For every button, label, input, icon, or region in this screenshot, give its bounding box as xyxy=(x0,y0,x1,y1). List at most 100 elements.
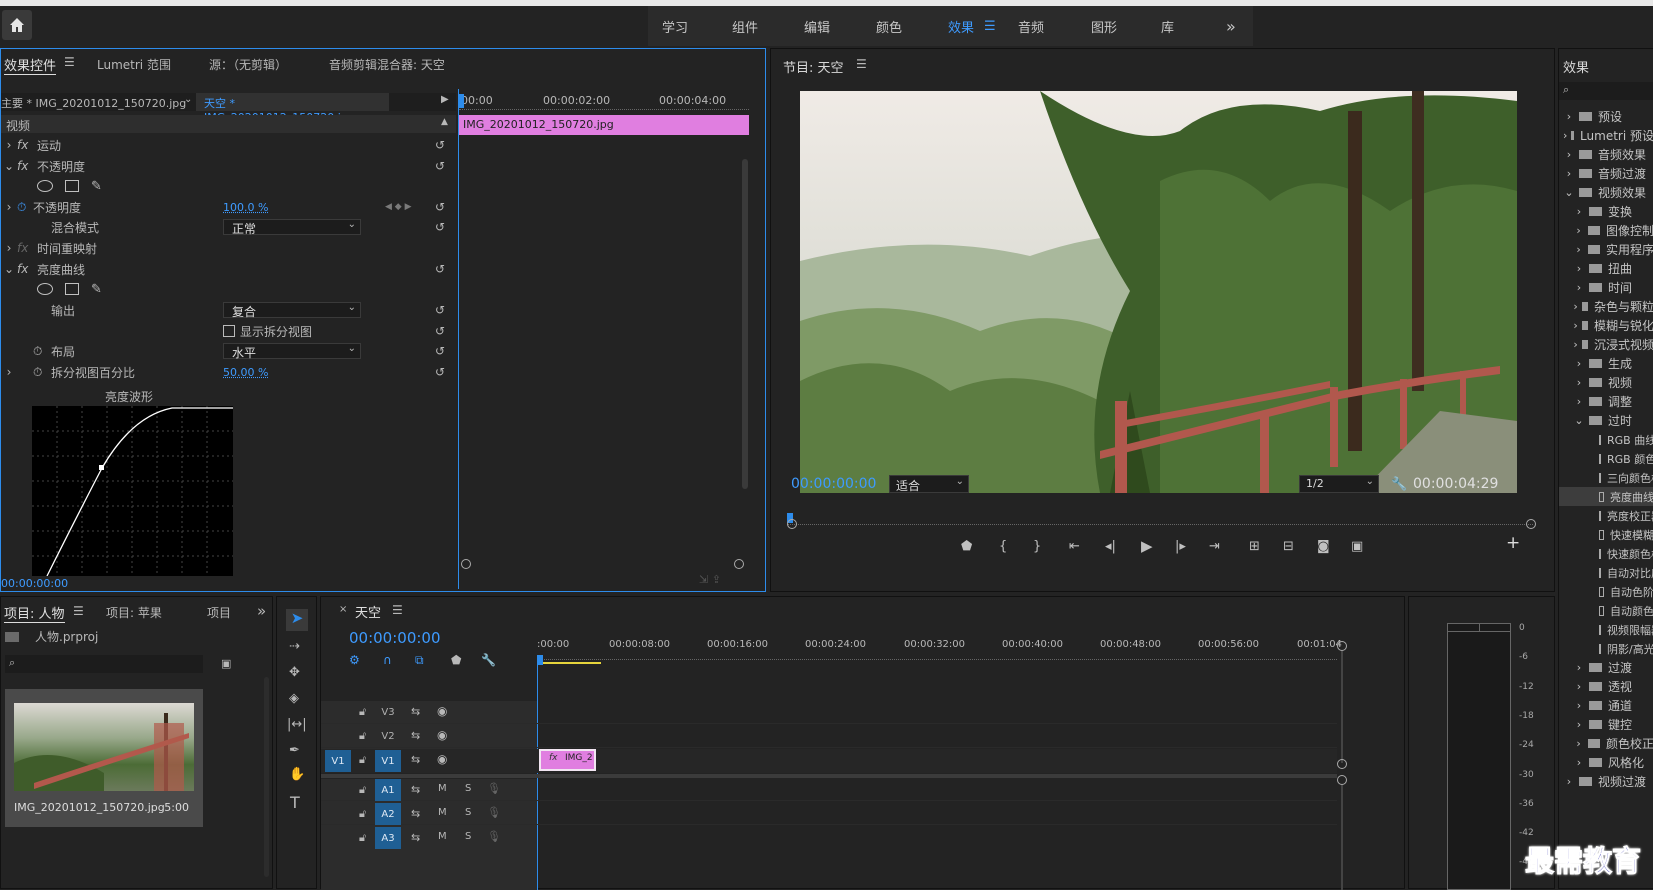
effects-item[interactable]: 三向颜色校正器 xyxy=(1559,468,1653,487)
layout-dropdown[interactable]: 水平 ⌄ xyxy=(223,343,361,360)
export-frame-icon[interactable]: ◙ xyxy=(1317,539,1330,554)
effects-item[interactable]: RGB 曲线 xyxy=(1559,430,1653,449)
effects-folder[interactable]: › 变换 xyxy=(1559,202,1653,221)
workspace-tab-assembly[interactable]: 组件 xyxy=(732,6,758,46)
chevron-right-icon[interactable]: › xyxy=(1573,338,1578,351)
effects-folder[interactable]: › 视频 xyxy=(1559,373,1653,392)
effects-folder[interactable]: › 风格化 xyxy=(1559,753,1653,772)
video-scrollbar[interactable] xyxy=(1341,651,1343,763)
collapse-icon[interactable]: ⌄ xyxy=(1,262,17,276)
opacity-value[interactable]: 100.0 % xyxy=(223,201,268,214)
effects-folder[interactable]: › 键控 xyxy=(1559,715,1653,734)
effects-folder[interactable]: › 沉浸式视频 xyxy=(1559,335,1653,354)
mini-clip-bar[interactable]: IMG_20201012_150720.jpg xyxy=(459,115,749,135)
project-item-thumbnail[interactable]: IMG_20201012_150720.jpg 5:00 xyxy=(5,689,203,827)
reset-icon[interactable]: ↺ xyxy=(435,344,445,358)
new-bin-icon[interactable]: ▣ xyxy=(221,657,231,670)
effects-folder[interactable]: ⌄ 视频效果 xyxy=(1559,183,1653,202)
chevron-down-icon[interactable]: ⌄ xyxy=(184,94,192,105)
program-video-frame[interactable] xyxy=(800,91,1517,493)
tab-audio-clip-mixer[interactable]: 音频剪辑混合器: 天空 xyxy=(329,56,445,73)
comparison-view-icon[interactable]: ▣ xyxy=(1351,539,1363,554)
effect-opacity[interactable]: ⌄ fx 不透明度 ↺ xyxy=(1,156,456,176)
mark-in-icon[interactable]: { xyxy=(999,539,1007,554)
effects-item[interactable]: 自动颜色 xyxy=(1559,601,1653,620)
project-scrollbar[interactable] xyxy=(264,677,269,877)
chevron-right-icon[interactable]: › xyxy=(1563,167,1575,180)
mini-playhead[interactable] xyxy=(459,94,464,108)
workspace-menu-icon[interactable]: ☰ xyxy=(984,19,996,34)
sync-lock-icon[interactable]: ⇆ xyxy=(411,753,420,766)
sync-lock-icon[interactable]: ⇆ xyxy=(411,729,420,742)
master-clip-label[interactable]: 主要 * IMG_20201012_150720.jpg xyxy=(1,95,186,111)
chevron-down-icon[interactable]: ⌄ xyxy=(1573,414,1585,427)
program-current-timecode[interactable]: 00:00:00:00 xyxy=(791,476,876,492)
chevron-right-icon[interactable]: › xyxy=(1573,357,1585,370)
expand-icon[interactable]: › xyxy=(1,365,17,379)
project-menu-icon[interactable]: ☰ xyxy=(73,604,84,618)
selection-tool[interactable]: ➤ xyxy=(286,609,308,631)
timeline-timecode[interactable]: 00:00:00:00 xyxy=(349,629,441,647)
stopwatch-icon[interactable]: ⏱ xyxy=(33,365,42,380)
effects-folder[interactable]: › 生成 xyxy=(1559,354,1653,373)
reset-icon[interactable]: ↺ xyxy=(435,365,445,379)
microphone-icon[interactable]: 🎙︎ xyxy=(487,806,501,819)
eye-icon[interactable]: ◉ xyxy=(437,752,447,766)
go-to-out-icon[interactable]: ⇥ xyxy=(1209,539,1220,554)
effects-folder[interactable]: › 时间 xyxy=(1559,278,1653,297)
collapse-icon[interactable]: ▲ xyxy=(441,117,448,127)
chevron-right-icon[interactable]: › xyxy=(1573,262,1585,275)
track-v1-label[interactable]: V1 xyxy=(375,750,401,772)
effects-folder[interactable]: › 实用程序 xyxy=(1559,240,1653,259)
chevron-right-icon[interactable]: › xyxy=(1563,129,1567,142)
chevron-right-icon[interactable]: › xyxy=(1563,110,1575,123)
track-v3-label[interactable]: V3 xyxy=(375,701,401,723)
workspace-tab-graphics[interactable]: 图形 xyxy=(1091,6,1117,46)
expand-icon[interactable]: › xyxy=(1,138,17,152)
pen-tool[interactable]: ✒ xyxy=(289,743,300,758)
reset-icon[interactable]: ↺ xyxy=(435,138,445,152)
button-editor-icon[interactable]: + xyxy=(1506,533,1520,553)
split-percent-value[interactable]: 50.00 % xyxy=(223,366,268,379)
timeline-settings-icon[interactable]: 🔧 xyxy=(481,653,496,667)
tab-lumetri-scopes[interactable]: Lumetri 范围 xyxy=(97,56,171,73)
effects-folder[interactable]: › 视频过渡 xyxy=(1559,772,1653,791)
tab-project[interactable]: 项目 xyxy=(207,604,231,621)
tab-project-people[interactable]: 项目: 人物 xyxy=(4,603,65,623)
sync-lock-icon[interactable]: ⇆ xyxy=(411,705,420,718)
effects-search[interactable]: ⌕ xyxy=(1559,82,1653,100)
effects-folder[interactable]: › 调整 xyxy=(1559,392,1653,411)
expand-icon[interactable]: › xyxy=(1,241,17,255)
tab-source[interactable]: 源：（无剪辑） xyxy=(209,56,287,73)
stopwatch-icon[interactable]: ⏱ xyxy=(17,200,33,215)
effects-item[interactable]: 快速颜色校正器 xyxy=(1559,544,1653,563)
program-menu-icon[interactable]: ☰ xyxy=(856,57,867,71)
timeline-clip-v1[interactable]: fx IMG_2 xyxy=(539,749,596,771)
program-scrub-bar[interactable] xyxy=(787,511,1533,525)
effects-item[interactable]: 视频限幅器 xyxy=(1559,620,1653,639)
effects-item[interactable]: 亮度校正器 xyxy=(1559,506,1653,525)
track-a1-label[interactable]: A1 xyxy=(375,779,401,801)
lock-icon[interactable]: 🔓︎ xyxy=(359,753,366,767)
blend-mode-dropdown[interactable]: 正常 ⌄ xyxy=(223,219,361,236)
effects-folder[interactable]: › 音频效果 xyxy=(1559,145,1653,164)
sync-lock-icon[interactable]: ⇆ xyxy=(411,831,420,844)
effects-item[interactable]: 阴影/高光 xyxy=(1559,639,1653,658)
luma-curve-graph[interactable] xyxy=(32,406,233,576)
effects-folder[interactable]: › 扭曲 xyxy=(1559,259,1653,278)
eye-icon[interactable]: ◉ xyxy=(437,704,447,718)
sequence-clip-tab[interactable]: 天空 * IMG_20201012_150720.jpg xyxy=(196,93,389,124)
add-marker-icon[interactable]: ⬟ xyxy=(451,653,461,667)
effect-controls-menu-icon[interactable]: ☰ xyxy=(64,55,75,69)
lock-icon[interactable]: 🔓︎ xyxy=(359,705,366,719)
chevron-right-icon[interactable]: › xyxy=(1573,718,1585,731)
track-a2-label[interactable]: A2 xyxy=(375,803,401,825)
fit-dropdown[interactable]: 适合 ⌄ xyxy=(889,475,969,493)
microphone-icon[interactable]: 🎙︎ xyxy=(487,830,501,843)
mark-out-icon[interactable]: } xyxy=(1033,539,1041,554)
effects-folder[interactable]: › 音频过渡 xyxy=(1559,164,1653,183)
pen-mask-icon[interactable]: ✎ xyxy=(91,282,102,297)
lock-icon[interactable]: 🔓︎ xyxy=(359,783,366,797)
output-dropdown[interactable]: 复合 ⌄ xyxy=(223,302,361,319)
solo-button[interactable]: S xyxy=(465,807,471,818)
